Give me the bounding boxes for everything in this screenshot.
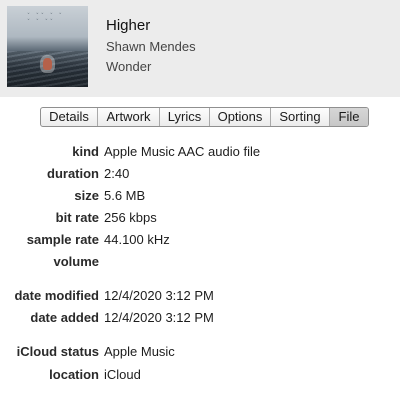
info-tab-bar: Details Artwork Lyrics Options Sorting F… — [40, 107, 369, 127]
tab-file[interactable]: File — [330, 108, 368, 126]
date-modified-label: date modified — [14, 288, 99, 303]
song-artist: Shawn Mendes — [106, 39, 196, 54]
date-added-row: date added 12/4/2020 3:12 PM — [0, 310, 400, 328]
kind-value: Apple Music AAC audio file — [104, 144, 261, 159]
size-value: 5.6 MB — [104, 188, 146, 203]
date-modified-row: date modified 12/4/2020 3:12 PM — [0, 288, 400, 306]
location-value: iCloud — [104, 367, 141, 382]
volume-label: volume — [53, 254, 99, 269]
icloud-status-value: Apple Music — [104, 344, 175, 359]
album-artwork: ˇ ˇˇ ˇ ˇˇ ˇ ˇˇ — [7, 6, 88, 87]
song-title: Higher — [106, 17, 151, 34]
artwork-figure — [43, 58, 52, 70]
sample-rate-row: sample rate 44.100 kHz — [0, 232, 400, 250]
date-modified-value: 12/4/2020 3:12 PM — [104, 288, 214, 303]
location-label: location — [49, 367, 99, 382]
duration-label: duration — [47, 166, 99, 181]
size-label: size — [74, 188, 99, 203]
tab-lyrics[interactable]: Lyrics — [160, 108, 210, 126]
icloud-status-label: iCloud status — [16, 344, 99, 359]
tab-details[interactable]: Details — [41, 108, 98, 126]
artwork-birds-decoration: ˇ ˇˇ ˇ ˇˇ ˇ ˇˇ — [27, 13, 64, 26]
bit-rate-value: 256 kbps — [104, 210, 157, 225]
location-row: location iCloud — [0, 367, 400, 385]
bit-rate-label: bit rate — [55, 210, 99, 225]
tab-options[interactable]: Options — [210, 108, 271, 126]
date-added-value: 12/4/2020 3:12 PM — [104, 310, 214, 325]
song-album: Wonder — [106, 59, 152, 74]
tab-sorting[interactable]: Sorting — [271, 108, 330, 126]
kind-row: kind Apple Music AAC audio file — [0, 144, 400, 162]
tab-artwork[interactable]: Artwork — [98, 108, 160, 126]
kind-label: kind — [72, 144, 99, 159]
song-header: ˇ ˇˇ ˇ ˇˇ ˇ ˇˇ Higher Shawn Mendes Wonde… — [0, 0, 400, 97]
sample-rate-label: sample rate — [26, 232, 99, 247]
duration-value: 2:40 — [104, 166, 130, 181]
sample-rate-value: 44.100 kHz — [104, 232, 170, 247]
bit-rate-row: bit rate 256 kbps — [0, 210, 400, 228]
size-row: size 5.6 MB — [0, 188, 400, 206]
icloud-status-row: iCloud status Apple Music — [0, 344, 400, 362]
duration-row: duration 2:40 — [0, 166, 400, 184]
date-added-label: date added — [30, 310, 99, 325]
volume-row: volume — [0, 254, 400, 272]
